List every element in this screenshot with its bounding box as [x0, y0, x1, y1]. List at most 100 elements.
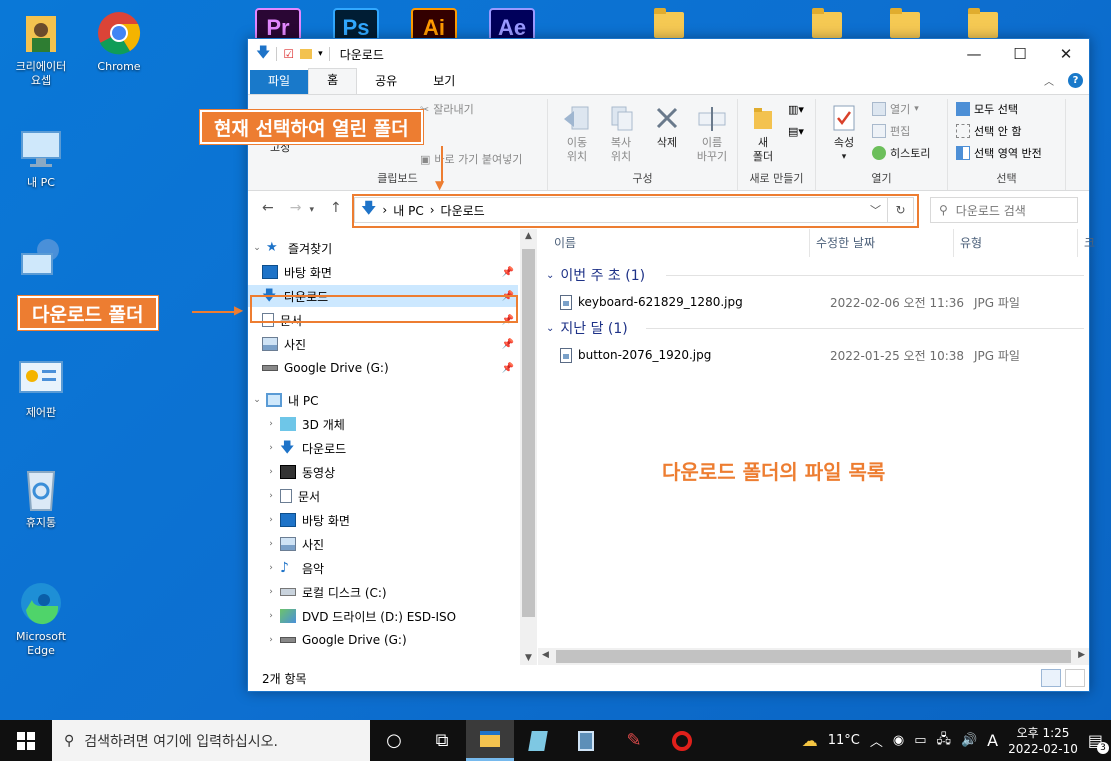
task-view-button[interactable]: ⧉: [418, 720, 466, 761]
details-view-button[interactable]: [1041, 669, 1061, 687]
meet-icon[interactable]: ▭: [914, 733, 926, 748]
chevron-up-icon[interactable]: ︿: [870, 731, 883, 750]
column-header-size[interactable]: 크: [1078, 229, 1098, 257]
pin-icon[interactable]: 📌: [502, 339, 514, 350]
nav-item-music[interactable]: › ♪ 음악: [248, 557, 518, 579]
desktop-folder-icon[interactable]: [968, 8, 998, 38]
scroll-thumb[interactable]: [522, 249, 535, 617]
qat-dropdown-icon[interactable]: ▾: [318, 49, 323, 59]
nav-item-desktop[interactable]: 바탕 화면 📌: [248, 261, 518, 283]
scroll-down-icon[interactable]: ▼: [520, 653, 537, 663]
rename-button[interactable]: 이름 바꾸기: [690, 103, 734, 164]
network-icon[interactable]: 🖧: [936, 730, 951, 752]
nav-scrollbar[interactable]: ▲ ▼: [520, 229, 537, 665]
nav-item-google-drive[interactable]: Google Drive (G:) 📌: [248, 357, 518, 379]
tab-file[interactable]: 파일: [250, 70, 309, 94]
nav-item-dvd-drive[interactable]: › DVD 드라이브 (D:) ESD-ISO: [248, 605, 518, 627]
scroll-up-icon[interactable]: ▲: [520, 231, 537, 241]
desktop-icon-network[interactable]: [4, 236, 78, 286]
folder-icon: [748, 103, 778, 133]
group-header[interactable]: ⌄ 이번 주 초 (1): [546, 265, 1084, 285]
move-to-button[interactable]: 이동 위치: [558, 103, 596, 164]
file-row[interactable]: button-2076_1920.jpg 2022-01-25 오전 10:38…: [560, 344, 1080, 366]
notification-center-icon[interactable]: ▤ 3: [1088, 731, 1109, 754]
tab-view[interactable]: 보기: [415, 70, 473, 94]
cortana-button[interactable]: ○: [370, 720, 418, 761]
weather-icon[interactable]: ☁: [802, 731, 818, 750]
large-icons-view-button[interactable]: [1065, 669, 1085, 687]
maximize-button[interactable]: ☐: [997, 39, 1043, 69]
nav-quick-access[interactable]: ⌄ ★ 즐겨찾기: [248, 237, 518, 259]
nav-item-3d-objects[interactable]: › 3D 개체: [248, 413, 518, 435]
paste-shortcut-button[interactable]: ▣ 바로 가기 붙여넣기: [420, 151, 522, 167]
nav-item-pc-downloads[interactable]: › 🡇 다운로드: [248, 437, 518, 459]
new-item-button[interactable]: ▥▾: [788, 103, 804, 116]
nav-item-local-disk[interactable]: › 로컬 디스크 (C:): [248, 581, 518, 603]
close-button[interactable]: ✕: [1043, 39, 1089, 69]
notepad-taskbar-icon[interactable]: [514, 720, 562, 761]
clock[interactable]: 오후 1:25 2022-02-10: [1008, 725, 1078, 757]
nav-item-pc-desktop[interactable]: › 바탕 화면: [248, 509, 518, 531]
desktop-icon-recycle-bin[interactable]: 휴지통: [4, 466, 78, 530]
paint-taskbar-icon[interactable]: ✎: [610, 720, 658, 761]
volume-icon[interactable]: 🔊: [961, 733, 977, 748]
scroll-left-icon[interactable]: ◀: [542, 650, 549, 660]
recent-dropdown-icon[interactable]: ▾: [309, 200, 314, 220]
pin-icon[interactable]: 📌: [502, 363, 514, 374]
file-list-hscrollbar[interactable]: ◀ ▶: [538, 648, 1089, 665]
nav-item-videos[interactable]: › 동영상: [248, 461, 518, 483]
select-all-button[interactable]: 모두 선택: [956, 101, 1018, 117]
ime-indicator[interactable]: A: [987, 731, 998, 750]
tab-home[interactable]: 홈: [308, 68, 358, 94]
nav-item-pc-documents[interactable]: › 문서: [248, 485, 518, 507]
desktop-folder-icon[interactable]: [890, 8, 920, 38]
edit-button[interactable]: 편집: [872, 123, 910, 139]
new-folder-icon[interactable]: [300, 49, 313, 59]
column-header-date[interactable]: 수정한 날짜: [810, 229, 954, 257]
record-icon[interactable]: ◉: [893, 733, 904, 748]
cut-button[interactable]: ✂ 잘라내기: [420, 101, 474, 117]
search-box[interactable]: ⚲ 다운로드 검색: [930, 197, 1078, 223]
taskbar-search[interactable]: ⚲ 검색하려면 여기에 입력하십시오.: [52, 720, 370, 761]
collapse-ribbon-icon[interactable]: ︿: [1044, 73, 1054, 88]
help-icon[interactable]: ?: [1068, 73, 1083, 88]
group-header[interactable]: ⌄ 지난 달 (1): [546, 318, 1084, 338]
nav-item-pc-pictures[interactable]: › 사진: [248, 533, 518, 555]
nav-item-pictures[interactable]: 사진 📌: [248, 333, 518, 355]
pin-icon[interactable]: 📌: [502, 267, 514, 278]
column-header-type[interactable]: 유형: [954, 229, 1078, 257]
properties-button[interactable]: 속성 ▾: [822, 103, 866, 164]
back-button[interactable]: ←: [262, 200, 274, 220]
desktop-folder-icon[interactable]: [654, 8, 684, 38]
scroll-thumb[interactable]: [556, 650, 1071, 663]
desktop-icon-chrome[interactable]: Chrome: [82, 10, 156, 74]
file-row[interactable]: keyboard-621829_1280.jpg 2022-02-06 오전 1…: [560, 291, 1080, 313]
tab-share[interactable]: 공유: [357, 70, 415, 94]
opera-taskbar-icon[interactable]: [658, 720, 706, 761]
copy-to-button[interactable]: 복사 위치: [602, 103, 640, 164]
desktop-icon-creator[interactable]: 크리에이터 요셉: [4, 10, 78, 88]
history-button[interactable]: 히스토리: [872, 145, 930, 161]
calculator-taskbar-icon[interactable]: [562, 720, 610, 761]
properties-check-icon[interactable]: ☑: [283, 47, 294, 61]
weather-temp[interactable]: 11°C: [828, 733, 860, 748]
select-none-button[interactable]: 선택 안 함: [956, 123, 1021, 139]
desktop-icon-edge[interactable]: Microsoft Edge: [4, 580, 78, 658]
open-button[interactable]: 열기 ▾: [872, 101, 919, 117]
start-button[interactable]: [0, 720, 52, 761]
nav-this-pc[interactable]: ⌄ 내 PC: [248, 389, 518, 411]
scroll-right-icon[interactable]: ▶: [1078, 650, 1085, 660]
delete-button[interactable]: 삭제: [648, 103, 686, 150]
file-explorer-taskbar-icon[interactable]: [466, 720, 514, 761]
desktop-icon-this-pc[interactable]: 내 PC: [4, 126, 78, 190]
minimize-button[interactable]: —: [951, 39, 997, 69]
invert-selection-button[interactable]: 선택 영역 반전: [956, 145, 1042, 161]
desktop-icon-control-panel[interactable]: 제어판: [4, 356, 78, 420]
column-header-name[interactable]: 이름: [548, 229, 810, 257]
easy-access-button[interactable]: ▤▾: [788, 125, 804, 138]
forward-button[interactable]: →: [290, 200, 302, 220]
new-folder-button[interactable]: 새 폴더: [744, 103, 782, 164]
nav-item-pc-google-drive[interactable]: › Google Drive (G:): [248, 629, 518, 651]
desktop-folder-icon[interactable]: [812, 8, 842, 38]
up-button[interactable]: ↑: [330, 200, 342, 220]
